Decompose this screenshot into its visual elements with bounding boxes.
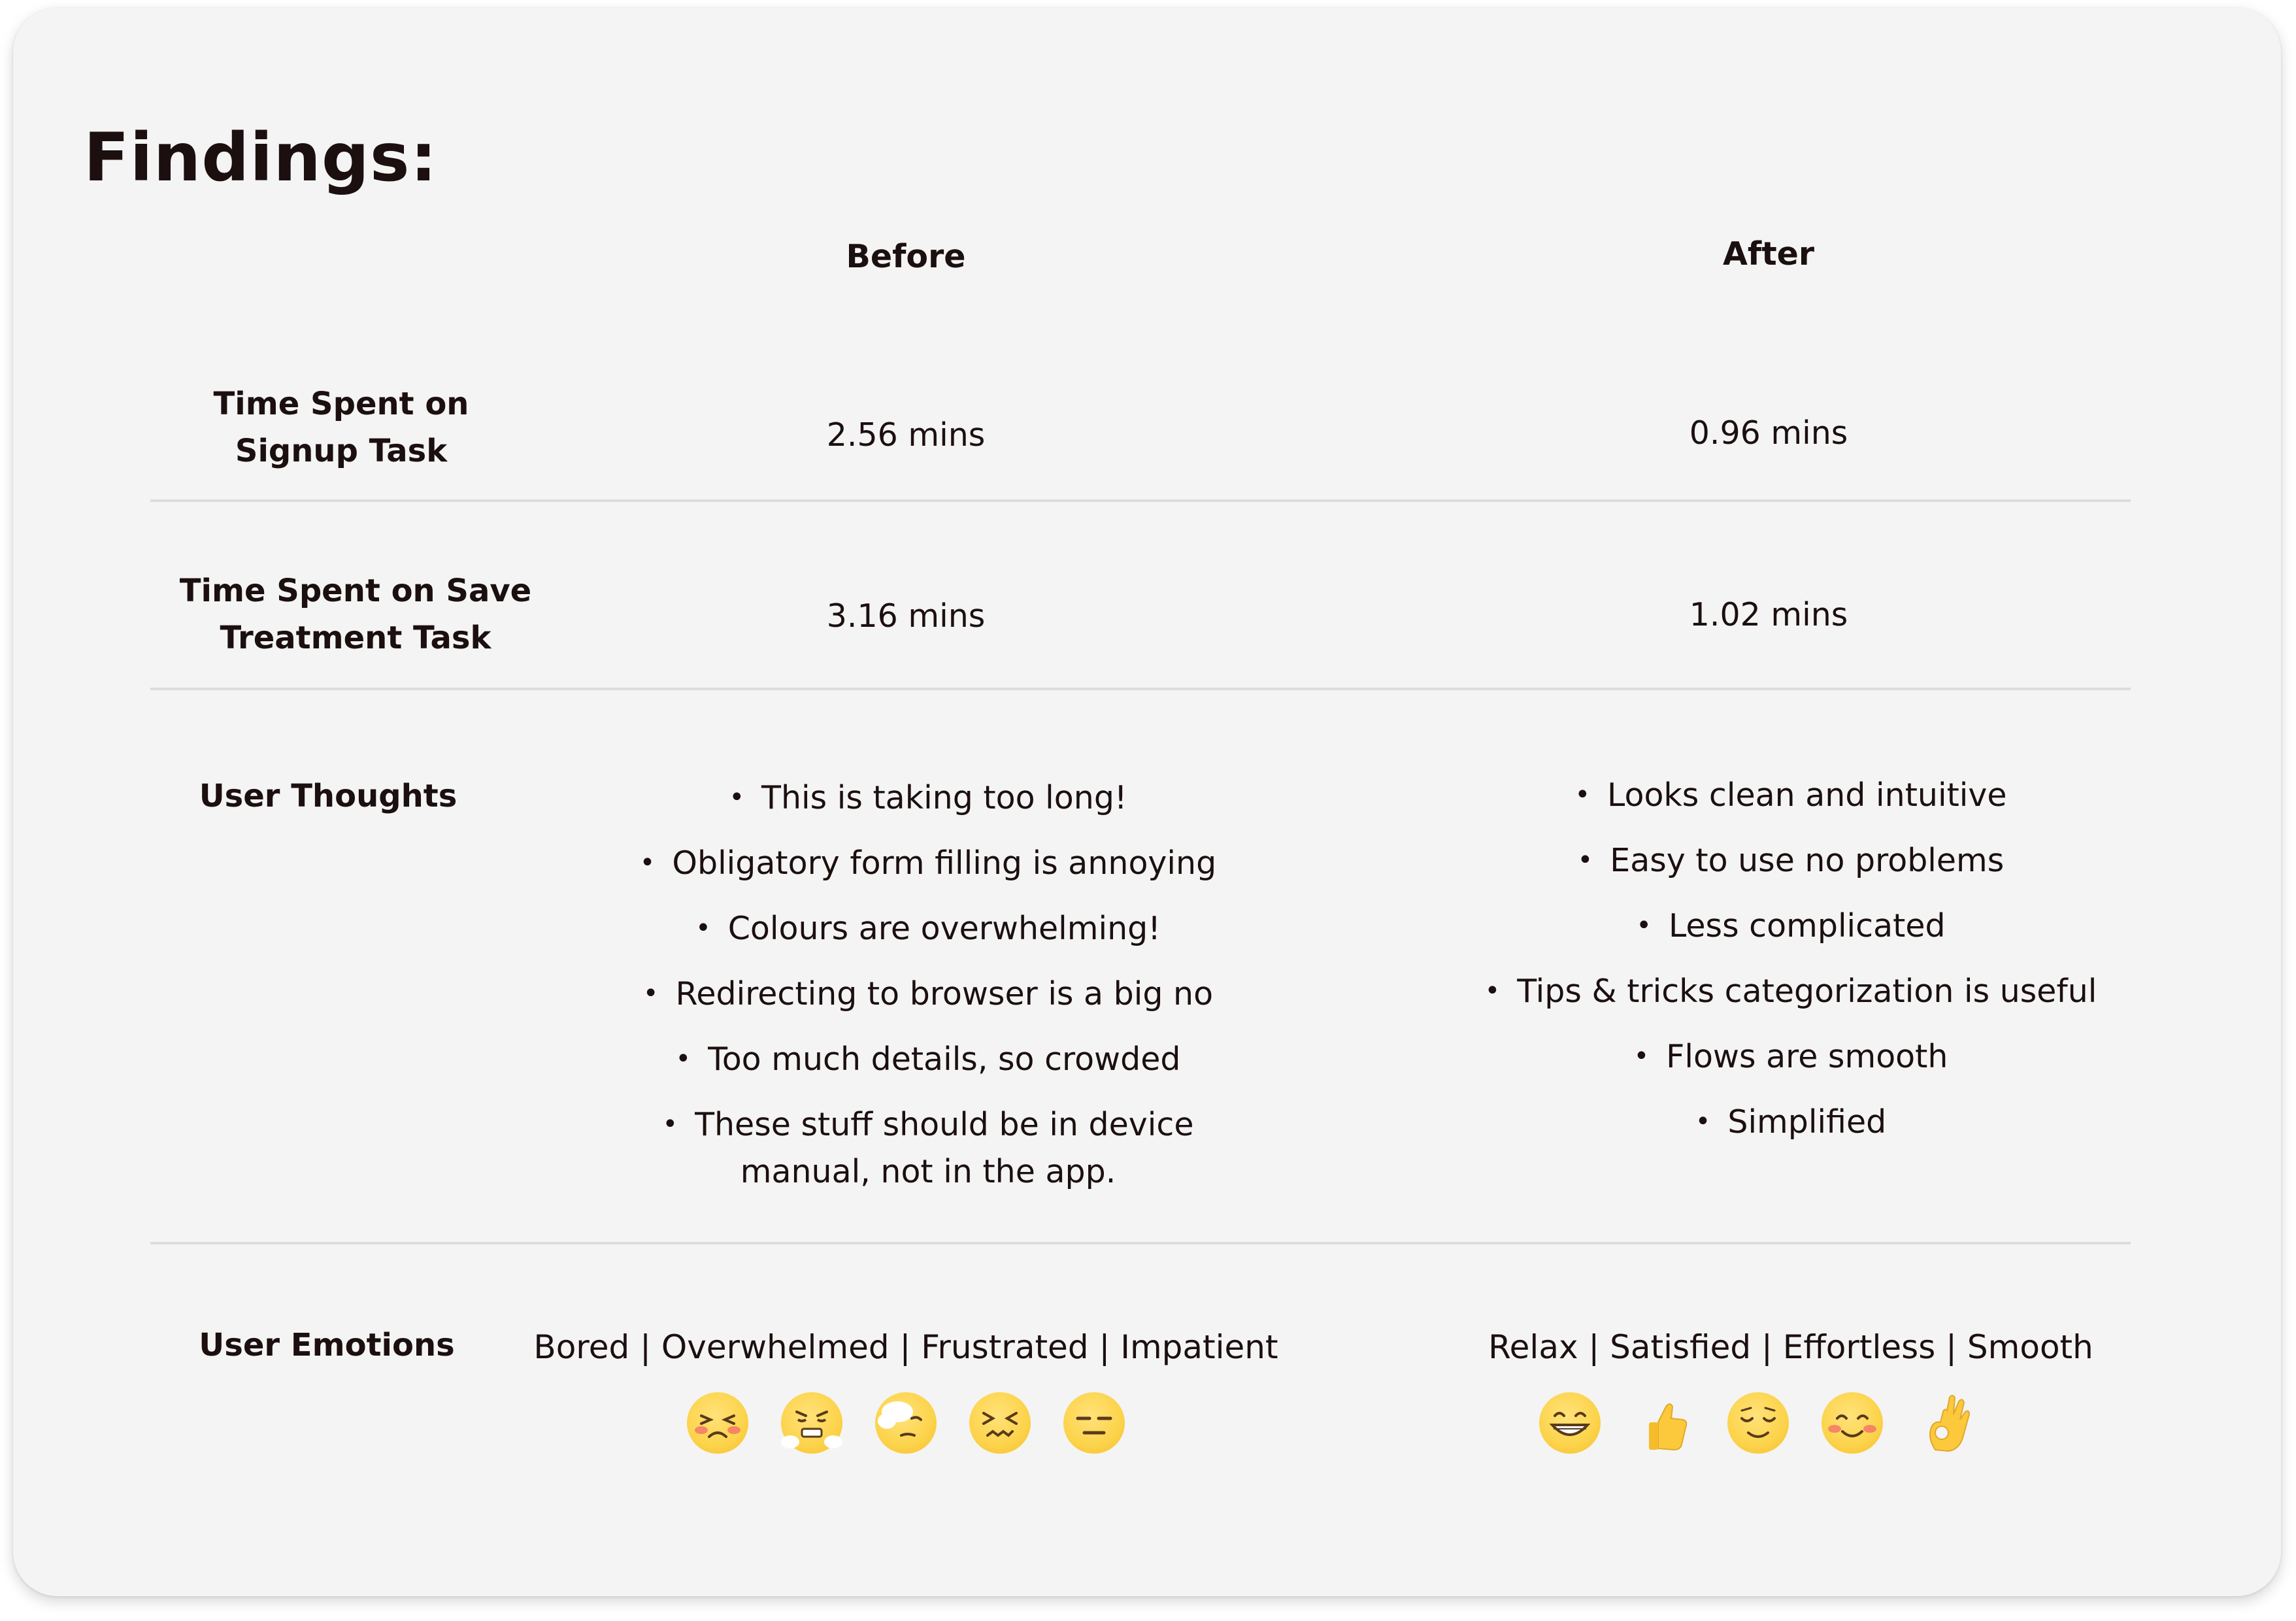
row-label-signup-line1: Time Spent on [213,386,469,422]
row-label-signup-line2: Signup Task [235,433,448,469]
list-item: • Too much details, so crowded [675,1041,1181,1078]
list-item: • These stuff should be in device manual, … [662,1106,1194,1190]
row-divider [150,499,2131,502]
row-label-signup: Time Spent on Signup Task [214,380,469,475]
list-item: • Colours are overwhelming! [695,910,1161,947]
grinning-face-icon [1539,1392,1601,1454]
row-divider [150,1242,2131,1245]
row-label-thoughts: User Thoughts [199,778,458,814]
emotions-before-text: Bored | Overwhelmed | Frustrated | Impat… [533,1328,1278,1366]
column-header-after: After [1722,235,1815,273]
thoughts-after-list: • Looks clean and intuitive • Easy to use … [1485,771,2097,1163]
thoughts-before-list: • This is taking too long! • Obligatory fo… [640,774,1216,1213]
list-item: • Simplified [1695,1103,1887,1141]
list-item: • This is taking too long! [729,779,1127,816]
confounded-face-icon [969,1392,1031,1454]
smiling-face-icon [1822,1392,1883,1454]
thumbs-up-icon [1633,1392,1695,1454]
row-label-save-line1: Time Spent on Save [179,573,532,609]
list-item: • Redirecting to browser is a big no [642,975,1214,1012]
signup-time-before: 2.56 mins [826,416,986,454]
list-item: • Flows are smooth [1633,1038,1948,1075]
expressionless-face-icon [1063,1392,1125,1454]
signup-time-after: 0.96 mins [1689,414,1848,452]
emotions-after-text: Relax | Satisfied | Effortless | Smooth [1488,1328,2093,1366]
ok-hand-icon [1916,1392,1977,1454]
relieved-face-icon [1727,1392,1789,1454]
tired-face-icon [687,1392,748,1454]
row-divider [150,688,2131,690]
findings-card: Findings: Before After Time Spent on Sig… [13,8,2281,1596]
emotions-before-icons [687,1392,1125,1454]
list-item: • Looks clean and intuitive [1574,777,2007,814]
steam-nose-face-icon [781,1392,842,1454]
list-item: • Less complicated [1636,907,1946,944]
row-label-emotions: User Emotions [199,1327,455,1363]
row-label-save: Time Spent on Save Treatment Task [180,567,531,661]
column-header-before: Before [846,238,966,275]
face-in-clouds-icon [875,1392,937,1454]
page-title: Findings: [84,119,438,197]
save-time-after: 1.02 mins [1689,596,1848,633]
row-label-save-line2: Treatment Task [220,620,491,656]
list-item: • Obligatory form filling is annoying [639,844,1217,882]
emotions-after-icons [1539,1392,1977,1454]
list-item: • Tips & tricks categorization is useful [1484,973,2097,1010]
list-item: • Easy to use no problems [1577,842,2005,879]
save-time-before: 3.16 mins [826,597,986,635]
